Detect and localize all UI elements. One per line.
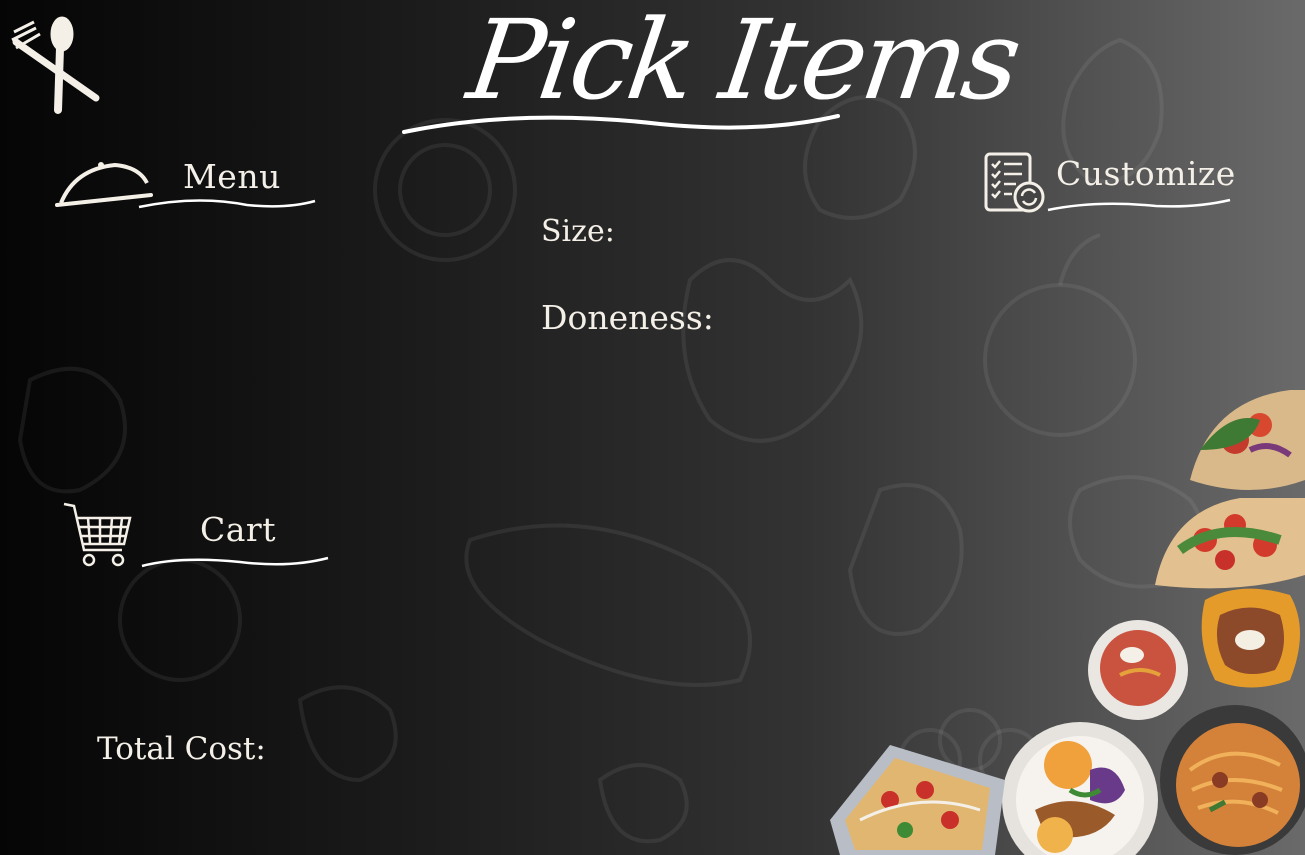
soup-bowl-illustration	[1088, 620, 1188, 720]
customize-underline-swoosh	[1047, 198, 1231, 212]
total-cost-label: Total Cost:	[97, 731, 266, 767]
flatbread-illustration	[1155, 498, 1305, 589]
taco-illustration	[1190, 390, 1305, 490]
customize-section-header[interactable]: Customize	[980, 150, 1235, 214]
fork-spoon-icon	[11, 16, 100, 114]
nachos-tray-illustration	[830, 745, 1005, 855]
rice-bowl-illustration	[1002, 722, 1158, 855]
checklist-refresh-icon	[984, 152, 1045, 213]
pasta-plate-illustration	[1160, 705, 1305, 855]
shopping-cart-icon	[63, 502, 132, 567]
menu-section-header[interactable]: Menu	[55, 155, 325, 215]
title-underline-swoosh	[402, 114, 840, 134]
cart-underline-swoosh	[141, 556, 329, 568]
size-label: Size:	[541, 214, 615, 249]
stuffed-pepper-illustration	[1201, 588, 1300, 688]
doneness-label: Doneness:	[541, 298, 714, 337]
cart-section-header[interactable]: Cart	[62, 500, 332, 570]
food-illustrations	[830, 390, 1305, 855]
page-title: Pick Items	[461, 0, 1025, 124]
menu-label: Menu	[183, 157, 281, 196]
cart-label: Cart	[200, 510, 276, 549]
customize-label: Customize	[1056, 154, 1236, 193]
menu-underline-swoosh	[138, 199, 316, 209]
